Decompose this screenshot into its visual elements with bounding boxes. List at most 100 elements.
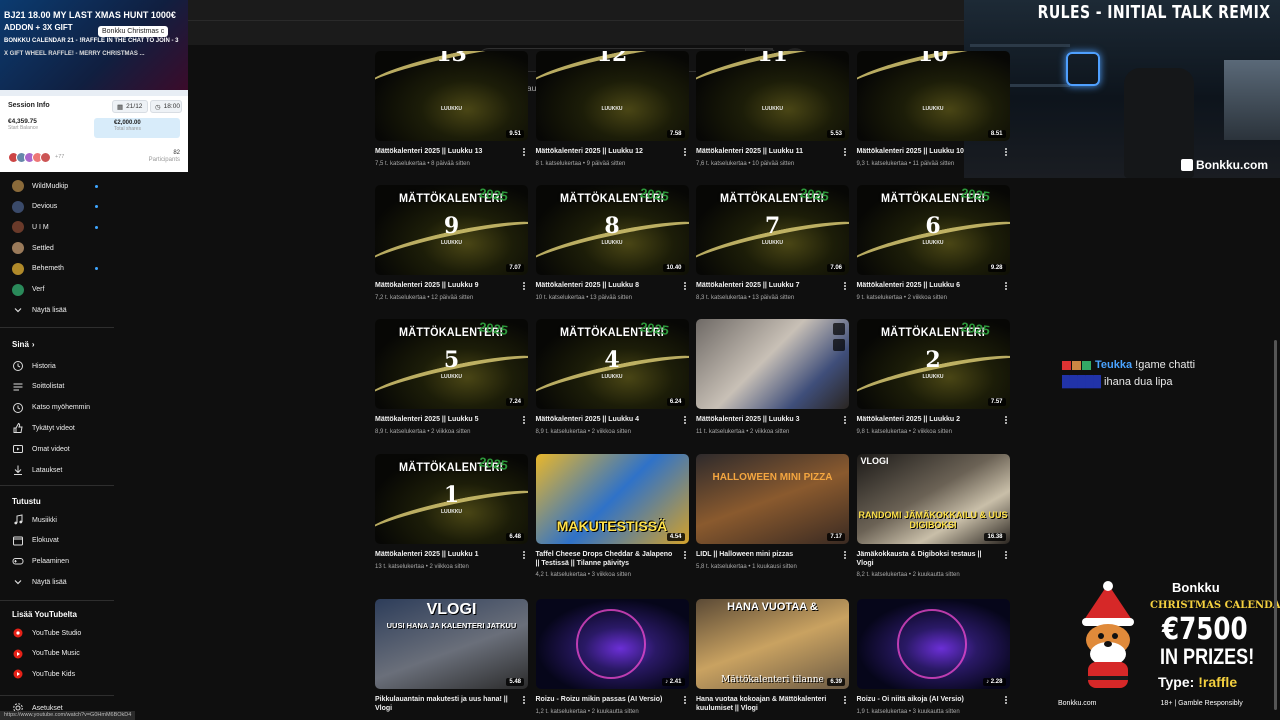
- sidebar-item-youtube-kids[interactable]: YouTube Kids: [12, 667, 112, 681]
- video-title[interactable]: Mättökalenteri 2025 || Luukku 5: [375, 415, 515, 424]
- video-thumbnail[interactable]: VLOGI RANDOMI JÄMÄKOKKAILU & UUS DIGIBOKS…: [856, 454, 1010, 544]
- video-thumbnail[interactable]: MÄTTÖKALENTERI 2025 2 LUUKKU 7.57: [856, 319, 1010, 409]
- more-actions-icon[interactable]: [521, 695, 527, 705]
- video-title[interactable]: Mättökalenteri 2025 || Luukku 9: [375, 281, 515, 290]
- footer-notice: 18+ | Gamble Responsibly: [1160, 700, 1243, 707]
- video-meta: 5,8 t. katselukertaa • 1 kuukausi sitten: [696, 564, 797, 570]
- video-thumbnail[interactable]: MÄTTÖKALENTERI 2025 9 LUUKKU 7.07: [375, 185, 528, 275]
- more-actions-icon[interactable]: [842, 147, 848, 157]
- sidebar-item-u-i-m[interactable]: U I M: [12, 220, 112, 234]
- sidebar-item-gaming[interactable]: Pelaaminen: [12, 554, 112, 568]
- more-actions-icon[interactable]: [682, 147, 688, 157]
- more-actions-icon[interactable]: [1003, 550, 1009, 560]
- sidebar-item-youtube-studio[interactable]: YouTube Studio: [12, 626, 112, 640]
- video-title[interactable]: Jämäkokkausta & Digiboksi testaus || Vlo…: [857, 550, 997, 568]
- sidebar-item-thumbs-up[interactable]: Tykätyt videot: [12, 421, 112, 435]
- add-to-queue-icon[interactable]: [833, 339, 845, 351]
- banner-line-3: BONKKU CALENDAR 21 - !RAFFLE IN THE CHAT…: [4, 38, 179, 44]
- channel-avatar: [12, 221, 24, 234]
- channel-avatar: [12, 262, 24, 275]
- video-thumbnail[interactable]: MÄTTÖKALENTERI202513LUUKKU9.51: [375, 51, 528, 141]
- more-actions-icon[interactable]: [842, 415, 848, 425]
- video-thumbnail[interactable]: MÄTTÖKALENTERI 2025 4 LUUKKU 6.24: [535, 319, 689, 409]
- more-actions-icon[interactable]: [842, 695, 848, 705]
- video-thumbnail[interactable]: MAKUTESTISSÄ 4.54: [535, 454, 689, 544]
- video-title[interactable]: Mättökalenteri 2025 || Luukku 7: [696, 281, 836, 290]
- video-thumbnail[interactable]: MÄTTÖKALENTERI202511LUUKKU5.53: [696, 51, 849, 141]
- sidebar-item-wildmudkip[interactable]: WildMudkip: [12, 179, 112, 193]
- more-actions-icon[interactable]: [521, 281, 527, 291]
- sidebar-item-history[interactable]: Historia: [12, 359, 112, 373]
- chat-username: █████: [1062, 376, 1101, 388]
- sidebar-item-verf[interactable]: Verf: [12, 283, 112, 297]
- video-title[interactable]: Mättökalenteri 2025 || Luukku 12: [536, 147, 676, 156]
- sidebar-item-chevron-down[interactable]: Näytä lisää: [12, 575, 112, 589]
- video-thumbnail[interactable]: MÄTTÖKALENTERI 2025 7 LUUKKU 7.06: [696, 185, 849, 275]
- video-thumbnail[interactable]: MÄTTÖKALENTERI202510LUUKKU8.51: [856, 51, 1010, 141]
- video-thumbnail[interactable]: MÄTTÖKALENTERI 2025 8 LUUKKU 10.40: [535, 185, 689, 275]
- new-content-dot: [95, 267, 98, 271]
- more-actions-icon[interactable]: [521, 550, 527, 560]
- playlists-icon: [12, 381, 24, 393]
- scrollbar[interactable]: [1274, 340, 1277, 710]
- more-actions-icon[interactable]: [682, 415, 688, 425]
- video-title[interactable]: Taffel Cheese Drops Cheddar & Jalapeno |…: [536, 550, 676, 568]
- more-actions-icon[interactable]: [521, 415, 527, 425]
- more-actions-icon[interactable]: [842, 281, 848, 291]
- video-thumbnail[interactable]: MÄTTÖKALENTERI 2025 1 LUUKKU 6.48: [375, 454, 528, 544]
- sidebar-item-youtube-music[interactable]: YouTube Music: [12, 647, 112, 661]
- more-actions-icon[interactable]: [682, 695, 688, 705]
- video-title[interactable]: Hana vuotaa kokoajan & Mättökalenteri ku…: [696, 695, 836, 713]
- video-title[interactable]: Mättökalenteri 2025 || Luukku 10: [857, 147, 997, 156]
- video-title[interactable]: Mättökalenteri 2025 || Luukku 3: [696, 415, 836, 424]
- video-title[interactable]: Mättökalenteri 2025 || Luukku 11: [696, 147, 836, 156]
- bonkku-logo-icon: [1180, 159, 1193, 171]
- video-thumbnail[interactable]: VLOGI UUSI HANA JA KALENTERI JATKUU 5.48: [375, 599, 528, 689]
- video-title[interactable]: Mättökalenteri 2025 || Luukku 2: [857, 415, 997, 424]
- sidebar-item-devious[interactable]: Devious: [12, 200, 112, 214]
- session-time-value: 18:00: [163, 103, 180, 110]
- video-title[interactable]: Pikkulauantain makutesti ja uus hana! ||…: [375, 695, 515, 713]
- thumbnail-tag: VLOGI: [860, 456, 889, 466]
- video-thumbnail[interactable]: ♪ 2.28: [856, 599, 1010, 689]
- sidebar-item-label: WildMudkip: [32, 182, 69, 190]
- sidebar-item-clock[interactable]: Katso myöhemmin: [12, 401, 112, 415]
- more-actions-icon[interactable]: [682, 281, 688, 291]
- video-thumbnail[interactable]: HALLOWEEN MINI PIZZA 7.17: [696, 454, 849, 544]
- sidebar-item-my-videos[interactable]: Omat videot: [12, 442, 112, 456]
- more-actions-icon[interactable]: [842, 550, 848, 560]
- video-thumbnail[interactable]: HANA VUOTAA & Mättökalenteri tilanne 6.39: [696, 599, 849, 689]
- participants-count: 82: [173, 150, 180, 156]
- video-thumbnail[interactable]: MÄTTÖKALENTERI202512LUUKKU7.58: [535, 51, 689, 141]
- more-actions-icon[interactable]: [1003, 415, 1009, 425]
- video-title[interactable]: Mättökalenteri 2025 || Luukku 1: [375, 550, 515, 559]
- more-actions-icon[interactable]: [682, 550, 688, 560]
- video-title[interactable]: LIDL || Halloween mini pizzas: [696, 550, 836, 559]
- sidebar-item-download[interactable]: Lataukset: [12, 463, 112, 477]
- video-title[interactable]: Mättökalenteri 2025 || Luukku 13: [375, 147, 515, 156]
- watch-later-icon[interactable]: [833, 323, 845, 335]
- video-thumbnail[interactable]: ♪ 2.41: [535, 599, 689, 689]
- video-thumbnail[interactable]: [696, 319, 849, 409]
- video-title[interactable]: Mättökalenteri 2025 || Luukku 6: [857, 281, 997, 290]
- video-title[interactable]: Mättökalenteri 2025 || Luukku 4: [536, 415, 676, 424]
- sidebar-item-movies[interactable]: Elokuvat: [12, 534, 112, 548]
- sidebar-item-settled[interactable]: Settled: [12, 241, 112, 255]
- section-heading-you[interactable]: Sinä ›: [12, 340, 35, 349]
- sidebar-item-behemeth[interactable]: Behemeth: [12, 262, 112, 276]
- video-title[interactable]: Mättökalenteri 2025 || Luukku 8: [536, 281, 676, 290]
- clock-icon: ◷: [155, 103, 161, 111]
- more-actions-icon[interactable]: [1003, 695, 1009, 705]
- more-actions-icon[interactable]: [1003, 281, 1009, 291]
- video-title[interactable]: Roizu - Roizu mikin passas (AI Versio): [536, 695, 676, 704]
- sidebar-item-label: Soittolistat: [32, 383, 65, 391]
- sidebar-item-playlists[interactable]: Soittolistat: [12, 380, 112, 394]
- sidebar-item-music[interactable]: Musiikki: [12, 513, 112, 527]
- video-thumbnail[interactable]: MÄTTÖKALENTERI 2025 5 LUUKKU 7.24: [375, 319, 528, 409]
- more-actions-icon[interactable]: [1003, 147, 1009, 157]
- video-title[interactable]: Roizu - Oi niitä aikoja (AI Versio): [857, 695, 997, 704]
- section-heading-you-label: Sinä: [12, 340, 29, 349]
- sidebar-item-näytä-lisää[interactable]: Näytä lisää: [12, 303, 112, 317]
- video-thumbnail[interactable]: MÄTTÖKALENTERI 2025 6 LUUKKU 9.28: [856, 185, 1010, 275]
- more-actions-icon[interactable]: [521, 147, 527, 157]
